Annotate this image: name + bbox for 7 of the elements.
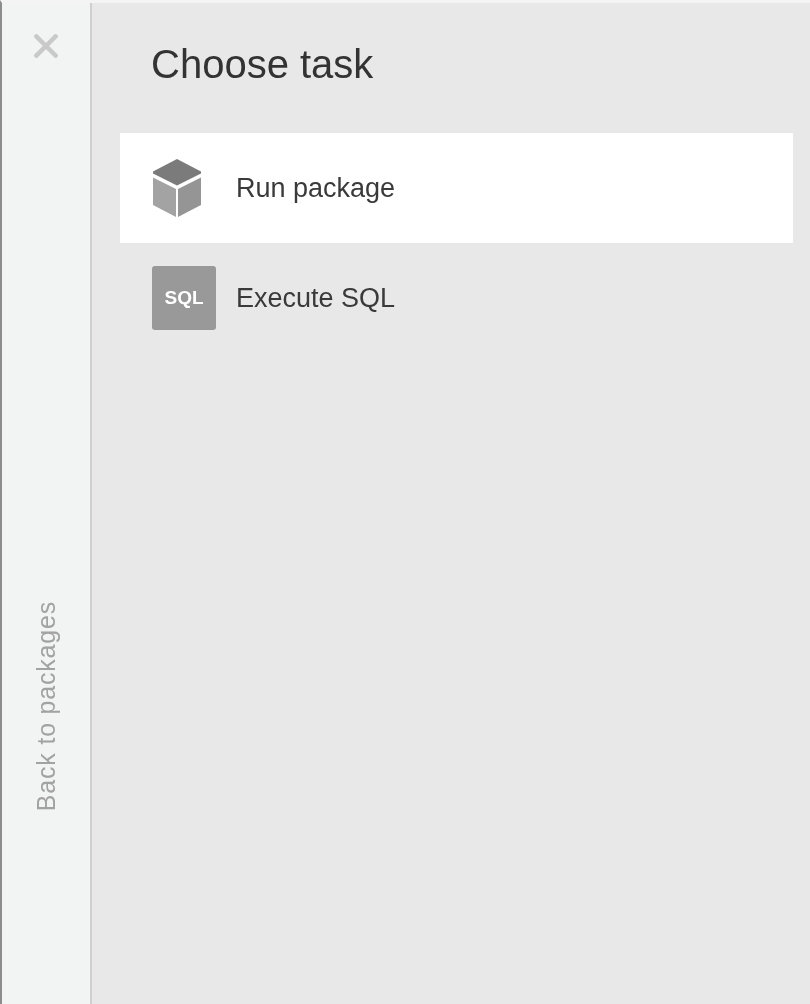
sql-icon: SQL [152, 266, 216, 330]
task-item[interactable]: SQL Execute SQL [120, 243, 793, 353]
task-item[interactable]: Run package [120, 133, 793, 243]
close-button[interactable] [34, 34, 58, 58]
page-title: Choose task [151, 41, 374, 88]
cube-icon [152, 158, 202, 218]
close-icon [34, 34, 58, 58]
